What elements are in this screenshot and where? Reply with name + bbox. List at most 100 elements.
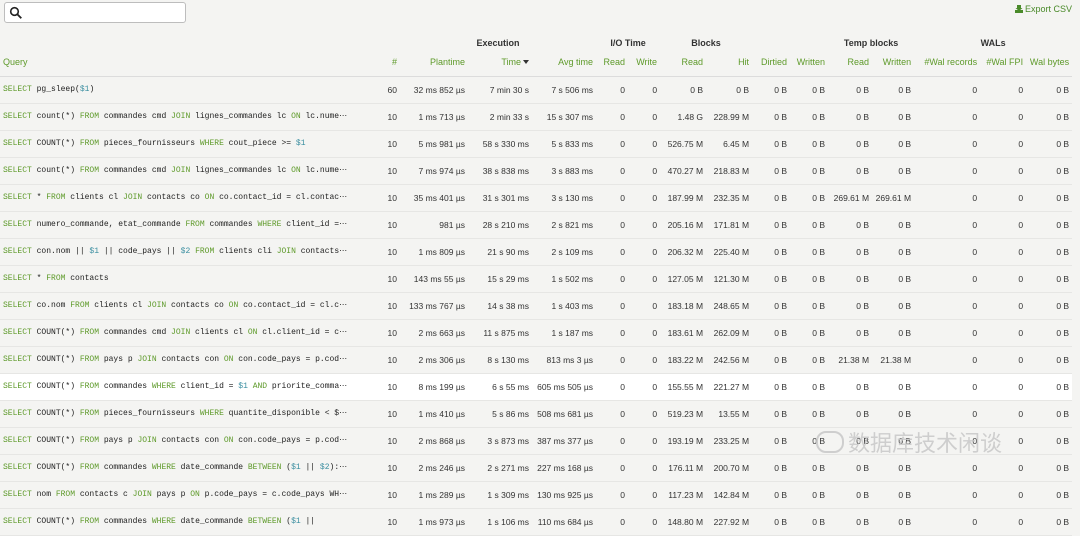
- cell-wal-records: 0: [914, 400, 981, 428]
- cell-query[interactable]: SELECT COUNT(*) FROM pays p JOIN contact…: [0, 346, 372, 374]
- cell-wal-records: 0: [914, 184, 981, 212]
- sql-text: p.code_pays = c.code_pays WH⋯: [199, 490, 348, 499]
- col-blocks-dirtied[interactable]: Dirtied: [752, 48, 790, 77]
- cell-query[interactable]: SELECT COUNT(*) FROM commandes cmd JOIN …: [0, 319, 372, 347]
- cell-query[interactable]: SELECT COUNT(*) FROM pieces_fournisseurs…: [0, 400, 372, 428]
- cell-query[interactable]: SELECT COUNT(*) FROM commandes WHERE dat…: [0, 508, 372, 536]
- table-row[interactable]: SELECT pg_sleep($1) 60 32 ms 852 µs 7 min 3…: [0, 76, 1073, 104]
- cell-query[interactable]: SELECT count(*) FROM commandes cmd JOIN …: [0, 103, 372, 131]
- cell-query[interactable]: SELECT pg_sleep($1): [0, 76, 372, 104]
- table-row[interactable]: SELECT co.nom FROM clients cl JOIN conta…: [0, 292, 1073, 320]
- cell-blocks-dirtied: 0 B: [752, 292, 791, 320]
- table-row[interactable]: SELECT count(*) FROM commandes cmd JOIN …: [0, 157, 1073, 185]
- cell-wal-records: 0: [914, 508, 981, 536]
- sql-keyword: FROM: [79, 382, 100, 391]
- sql-keyword: FROM: [79, 139, 100, 148]
- sql-text: contacts con: [156, 355, 224, 364]
- cell-query[interactable]: SELECT numero_commande, etat_commande FR…: [0, 211, 372, 239]
- cell-query[interactable]: SELECT COUNT(*) FROM commandes WHERE cli…: [0, 373, 372, 401]
- sql-text: commandes: [99, 517, 152, 526]
- sql-keyword: FROM: [79, 409, 100, 418]
- cell-query[interactable]: SELECT * FROM contacts: [0, 265, 372, 293]
- cell-wal-bytes: 0 B: [1026, 319, 1073, 347]
- cell-wal-fpi: 0: [980, 292, 1027, 320]
- search-input[interactable]: [25, 5, 184, 22]
- col-calls[interactable]: #: [372, 48, 400, 77]
- cell-calls: 10: [372, 211, 400, 239]
- sql-keyword: FROM: [195, 247, 215, 256]
- cell-plantime: 2 ms 306 µs: [400, 346, 468, 374]
- table-row[interactable]: SELECT con.nom || $1 || code_pays || $2 …: [0, 238, 1073, 266]
- table-row[interactable]: SELECT COUNT(*) FROM pieces_fournisseurs…: [0, 400, 1073, 428]
- table-row[interactable]: SELECT COUNT(*) FROM commandes WHERE cli…: [0, 373, 1073, 401]
- sql-keyword: SELECT: [3, 409, 32, 418]
- cell-query[interactable]: SELECT COUNT(*) FROM pieces_fournisseurs…: [0, 130, 372, 158]
- cell-wal-records: 0: [914, 157, 981, 185]
- search-box[interactable]: [4, 2, 186, 23]
- table-row[interactable]: SELECT COUNT(*) FROM commandes cmd JOIN …: [0, 319, 1073, 347]
- cell-query[interactable]: SELECT COUNT(*) FROM commandes WHERE dat…: [0, 454, 372, 482]
- cell-time: 2 min 33 s: [468, 103, 532, 131]
- cell-temp-read: 0 B: [828, 238, 873, 266]
- cell-io-read: 0: [596, 292, 629, 320]
- col-blocks-hit[interactable]: Hit: [706, 48, 752, 77]
- cell-query[interactable]: SELECT nom FROM contacts c JOIN pays p O…: [0, 481, 372, 509]
- table-row[interactable]: SELECT COUNT(*) FROM commandes WHERE dat…: [0, 454, 1073, 482]
- table-row[interactable]: SELECT * FROM clients cl JOIN contacts c…: [0, 184, 1073, 212]
- sql-keyword: SELECT: [3, 463, 32, 472]
- cell-calls: 10: [372, 508, 400, 536]
- cell-query[interactable]: SELECT count(*) FROM commandes cmd JOIN …: [0, 157, 372, 185]
- cell-io-read: 0: [596, 238, 629, 266]
- col-time[interactable]: Time: [468, 48, 532, 77]
- cell-plantime: 2 ms 868 µs: [400, 427, 468, 455]
- cell-calls: 10: [372, 454, 400, 482]
- sql-text: priorite_comma⋯: [267, 382, 348, 391]
- table-row[interactable]: SELECT COUNT(*) FROM pieces_fournisseurs…: [0, 130, 1073, 158]
- cell-wal-records: 0: [914, 319, 981, 347]
- cell-plantime: 1 ms 809 µs: [400, 238, 468, 266]
- sql-keyword: WHERE: [151, 463, 176, 472]
- col-wal-records[interactable]: #Wal records: [914, 48, 980, 77]
- sql-text: pays p: [99, 436, 138, 445]
- col-plantime[interactable]: Plantime: [400, 48, 468, 77]
- cell-wal-records: 0: [914, 265, 981, 293]
- table-row[interactable]: SELECT COUNT(*) FROM commandes WHERE dat…: [0, 508, 1073, 536]
- cell-query[interactable]: SELECT con.nom || $1 || code_pays || $2 …: [0, 238, 372, 266]
- col-temp-read[interactable]: Read: [828, 48, 872, 77]
- cell-temp-read: 21.38 M: [828, 346, 873, 374]
- cell-query[interactable]: SELECT co.nom FROM clients cl JOIN conta…: [0, 292, 372, 320]
- table-row[interactable]: SELECT * FROM contacts 10 143 ms 55 µs 15 s…: [0, 265, 1073, 293]
- cell-time: 58 s 330 ms: [468, 130, 532, 158]
- table-row[interactable]: SELECT count(*) FROM commandes cmd JOIN …: [0, 103, 1073, 131]
- table-row[interactable]: SELECT numero_commande, etat_commande FR…: [0, 211, 1073, 239]
- cell-query[interactable]: SELECT * FROM clients cl JOIN contacts c…: [0, 184, 372, 212]
- cell-wal-bytes: 0 B: [1026, 427, 1073, 455]
- col-io-write[interactable]: Write: [628, 48, 660, 77]
- sql-keyword: SELECT: [3, 139, 32, 148]
- col-blocks-written[interactable]: Written: [790, 48, 828, 77]
- sql-keyword: WHERE: [151, 517, 176, 526]
- cell-temp-written: 0 B: [872, 427, 915, 455]
- table-row[interactable]: SELECT COUNT(*) FROM pays p JOIN contact…: [0, 346, 1073, 374]
- col-blocks-read[interactable]: Read: [660, 48, 706, 77]
- cell-wal-records: 0: [914, 346, 981, 374]
- export-csv-button[interactable]: Export CSV: [1014, 4, 1072, 14]
- cell-temp-written: 0 B: [872, 157, 915, 185]
- cell-blocks-written: 0 B: [790, 319, 829, 347]
- cell-time: 15 s 29 ms: [468, 265, 532, 293]
- cell-temp-read: 0 B: [828, 427, 873, 455]
- cell-blocks-written: 0 B: [790, 76, 829, 104]
- col-query[interactable]: Query: [0, 48, 372, 77]
- col-io-read[interactable]: Read: [596, 48, 628, 77]
- cell-wal-bytes: 0 B: [1026, 130, 1073, 158]
- table-row[interactable]: SELECT COUNT(*) FROM pays p JOIN contact…: [0, 427, 1073, 455]
- cell-calls: 10: [372, 400, 400, 428]
- col-wal-fpi[interactable]: #Wal FPI: [980, 48, 1026, 77]
- col-wal-bytes[interactable]: Wal bytes: [1026, 48, 1072, 77]
- sql-keyword: JOIN: [123, 193, 143, 202]
- sql-keyword: FROM: [79, 517, 100, 526]
- table-row[interactable]: SELECT nom FROM contacts c JOIN pays p O…: [0, 481, 1073, 509]
- cell-query[interactable]: SELECT COUNT(*) FROM pays p JOIN contact…: [0, 427, 372, 455]
- col-avg-time[interactable]: Avg time: [532, 48, 596, 77]
- col-temp-written[interactable]: Written: [872, 48, 914, 77]
